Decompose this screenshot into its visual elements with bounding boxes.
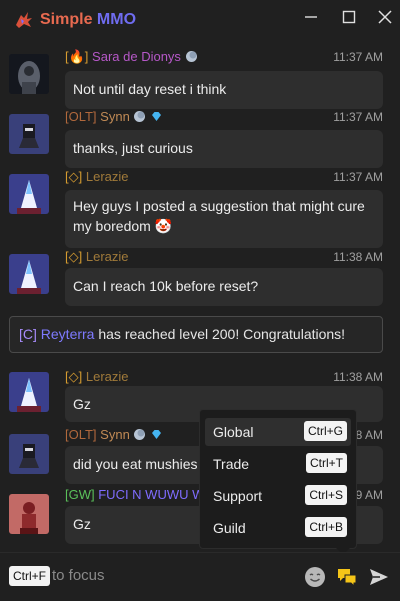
message-header: [OLT] Synn bbox=[65, 427, 163, 442]
app-title-mmo: MMO bbox=[96, 11, 137, 28]
chat-input-bar[interactable]: Ctrl+F to focus bbox=[0, 552, 400, 601]
send-icon[interactable] bbox=[367, 565, 391, 589]
diamond-badge-icon bbox=[152, 112, 162, 121]
hooded-figure-icon bbox=[9, 54, 49, 94]
message-header: [🔥] Sara de Dionys bbox=[65, 49, 198, 65]
ninja-avatar-icon bbox=[9, 114, 49, 154]
ninja-avatar-icon bbox=[9, 434, 49, 474]
channel-option-label: Trade bbox=[213, 456, 250, 472]
channel-option-label: Global bbox=[213, 424, 254, 440]
channel-option-trade[interactable]: Trade Ctrl+T bbox=[205, 450, 351, 478]
username[interactable]: FUCI N WUWU W bbox=[98, 487, 204, 502]
avatar[interactable] bbox=[9, 372, 49, 412]
avatar[interactable] bbox=[9, 54, 49, 94]
message-bubble: Can I reach 10k before reset? bbox=[65, 268, 383, 306]
channel-option-support[interactable]: Support Ctrl+S bbox=[205, 482, 351, 510]
shortcut-key: Ctrl+T bbox=[306, 453, 347, 473]
shortcut-key: Ctrl+G bbox=[303, 421, 347, 441]
shortcut-key: Ctrl+B bbox=[305, 517, 347, 537]
message-header: [OLT] Synn bbox=[65, 109, 163, 124]
moon-badge-icon bbox=[185, 51, 197, 62]
guild-tag: [🔥] bbox=[65, 49, 89, 64]
chat-input-placeholder[interactable]: to focus bbox=[52, 567, 105, 584]
username[interactable]: Lerazie bbox=[86, 169, 129, 184]
channel-option-label: Support bbox=[213, 488, 263, 504]
avatar[interactable] bbox=[9, 494, 49, 534]
timestamp: 11:37 AM bbox=[333, 50, 383, 64]
focus-shortcut-key: Ctrl+F bbox=[9, 566, 50, 586]
guild-tag: [OLT] bbox=[65, 109, 97, 124]
moon-badge-icon bbox=[134, 111, 146, 122]
message-header: [◇] Lerazie bbox=[65, 249, 129, 265]
diamond-badge-icon bbox=[152, 430, 162, 439]
warrior-avatar-icon bbox=[9, 494, 49, 534]
username[interactable]: Synn bbox=[100, 109, 130, 124]
username[interactable]: Sara de Dionys bbox=[92, 49, 181, 64]
username[interactable]: Lerazie bbox=[86, 249, 129, 264]
app-title-simple: Simple bbox=[40, 11, 93, 28]
maximize-icon[interactable] bbox=[337, 6, 361, 28]
message-header: [GW] FUCI N WUWU W bbox=[65, 487, 204, 502]
avatar[interactable] bbox=[9, 434, 49, 474]
channel-option-guild[interactable]: Guild Ctrl+B bbox=[205, 514, 351, 542]
message-bubble: thanks, just curious bbox=[65, 130, 383, 168]
mage-avatar-icon bbox=[9, 174, 49, 214]
smiley-icon[interactable] bbox=[303, 565, 327, 589]
timestamp: 11:38 AM bbox=[333, 370, 383, 384]
avatar[interactable] bbox=[9, 254, 49, 294]
timestamp: 11:38 AM bbox=[333, 250, 383, 264]
guild-tag: [GW] bbox=[65, 487, 95, 502]
close-icon[interactable] bbox=[373, 6, 397, 28]
message-bubble: Not until day reset i think bbox=[65, 71, 383, 109]
timestamp: 11:37 AM bbox=[333, 170, 383, 184]
guild-tag: [◇] bbox=[65, 249, 83, 264]
chat-bubbles-icon[interactable] bbox=[335, 565, 359, 589]
dragon-logo-icon bbox=[16, 12, 32, 28]
announcement-text: has reached level 200! Congratulations! bbox=[94, 326, 346, 342]
channel-menu: Global Ctrl+G Trade Ctrl+T Support Ctrl+… bbox=[199, 409, 357, 549]
username[interactable]: Lerazie bbox=[86, 369, 129, 384]
channel-option-global[interactable]: Global Ctrl+G bbox=[205, 418, 351, 446]
system-announcement: [C] Reyterra has reached level 200! Cong… bbox=[9, 316, 383, 353]
username[interactable]: Synn bbox=[100, 427, 130, 442]
guild-tag: [C] bbox=[19, 326, 37, 342]
app-title: Simple MMO bbox=[40, 11, 136, 29]
username[interactable]: Reyterra bbox=[41, 326, 95, 342]
guild-tag: [◇] bbox=[65, 169, 83, 184]
title-bar: Simple MMO bbox=[0, 0, 400, 36]
message-header: [◇] Lerazie bbox=[65, 369, 129, 385]
mage-avatar-icon bbox=[9, 254, 49, 294]
channel-option-label: Guild bbox=[213, 520, 246, 536]
message-bubble: Hey guys I posted a suggestion that migh… bbox=[65, 190, 383, 248]
avatar[interactable] bbox=[9, 114, 49, 154]
message-header: [◇] Lerazie bbox=[65, 169, 129, 185]
shortcut-key: Ctrl+S bbox=[305, 485, 347, 505]
guild-tag: [◇] bbox=[65, 369, 83, 384]
guild-tag: [OLT] bbox=[65, 427, 97, 442]
avatar[interactable] bbox=[9, 174, 49, 214]
timestamp: 11:37 AM bbox=[333, 110, 383, 124]
mage-avatar-icon bbox=[9, 372, 49, 412]
minimize-icon[interactable] bbox=[299, 6, 323, 28]
moon-badge-icon bbox=[134, 429, 146, 440]
